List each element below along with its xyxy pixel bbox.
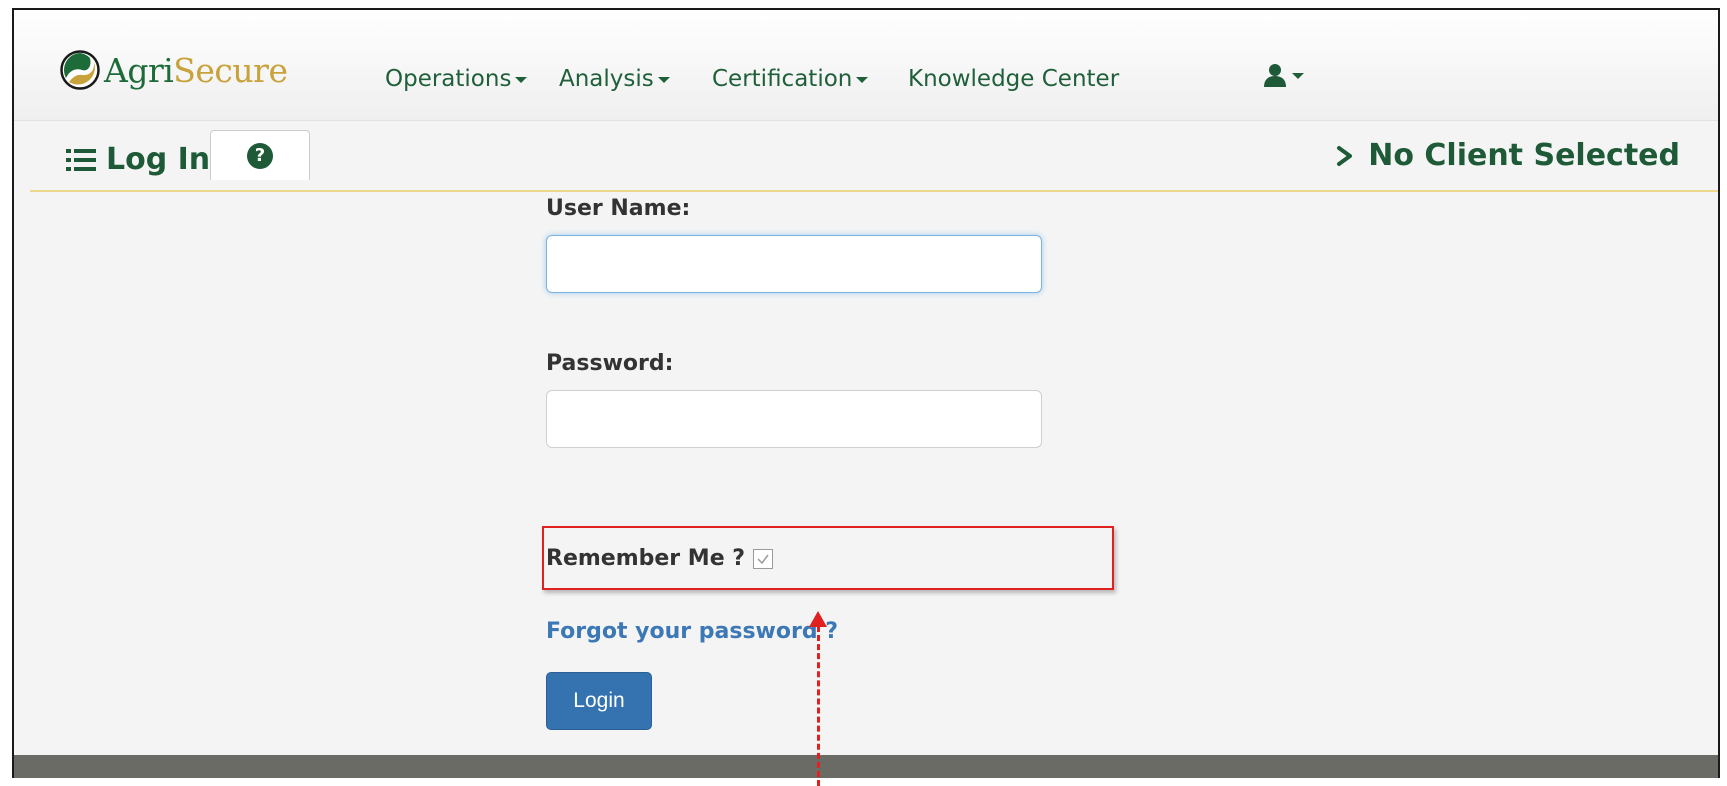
nav-analysis[interactable]: Analysis — [559, 66, 670, 92]
user-menu[interactable] — [1262, 62, 1304, 88]
checkmark-icon — [757, 554, 769, 564]
chevron-down-icon — [1292, 73, 1304, 79]
help-button[interactable]: ? — [210, 130, 310, 180]
agrisecure-logo-icon — [60, 50, 100, 90]
remember-me-checkbox[interactable] — [753, 548, 774, 569]
brand-name-part2: Secure — [173, 50, 288, 90]
remember-me-label: Remember Me ? — [546, 546, 746, 571]
forgot-password-link[interactable]: Forgot your password ? — [546, 619, 838, 644]
login-form: User Name: Password: — [546, 196, 1066, 448]
chevron-down-icon — [515, 77, 528, 83]
nav-certification[interactable]: Certification — [712, 66, 869, 92]
chevron-down-icon — [657, 77, 670, 83]
nav-operations[interactable]: Operations — [385, 66, 528, 92]
client-status-text: No Client Selected — [1368, 138, 1680, 173]
password-input[interactable] — [546, 390, 1042, 448]
page-title-text: Log In — [106, 142, 211, 177]
question-circle-icon: ? — [247, 142, 273, 169]
remember-me-group: Remember Me ? — [546, 546, 774, 571]
page-footer — [14, 755, 1718, 778]
annotation-arrow-head — [809, 611, 827, 627]
nav-analysis-label: Analysis — [559, 66, 654, 92]
client-selector[interactable]: No Client Selected — [1336, 138, 1680, 173]
brand-name: AgriSecure — [104, 50, 288, 90]
password-label: Password: — [546, 351, 674, 376]
nav-knowledge-center-label: Knowledge Center — [908, 66, 1120, 92]
user-icon — [1264, 64, 1286, 87]
login-button[interactable]: Login — [546, 672, 652, 730]
annotation-arrow-line — [817, 626, 820, 786]
nav-operations-label: Operations — [385, 66, 512, 92]
chevron-right-icon — [1337, 145, 1353, 166]
chevron-down-icon — [856, 77, 869, 83]
brand-name-part1: Agri — [104, 50, 174, 90]
top-navbar: AgriSecure Operations Analysis Certifica… — [14, 10, 1718, 121]
nav-knowledge-center[interactable]: Knowledge Center — [908, 66, 1119, 92]
page-title: Log In — [66, 142, 210, 177]
username-input[interactable] — [546, 235, 1042, 293]
app-frame: AgriSecure Operations Analysis Certifica… — [12, 8, 1720, 778]
list-icon — [66, 148, 96, 171]
nav-certification-label: Certification — [712, 66, 853, 92]
username-label: User Name: — [546, 196, 691, 221]
brand-logo[interactable]: AgriSecure — [60, 46, 288, 94]
